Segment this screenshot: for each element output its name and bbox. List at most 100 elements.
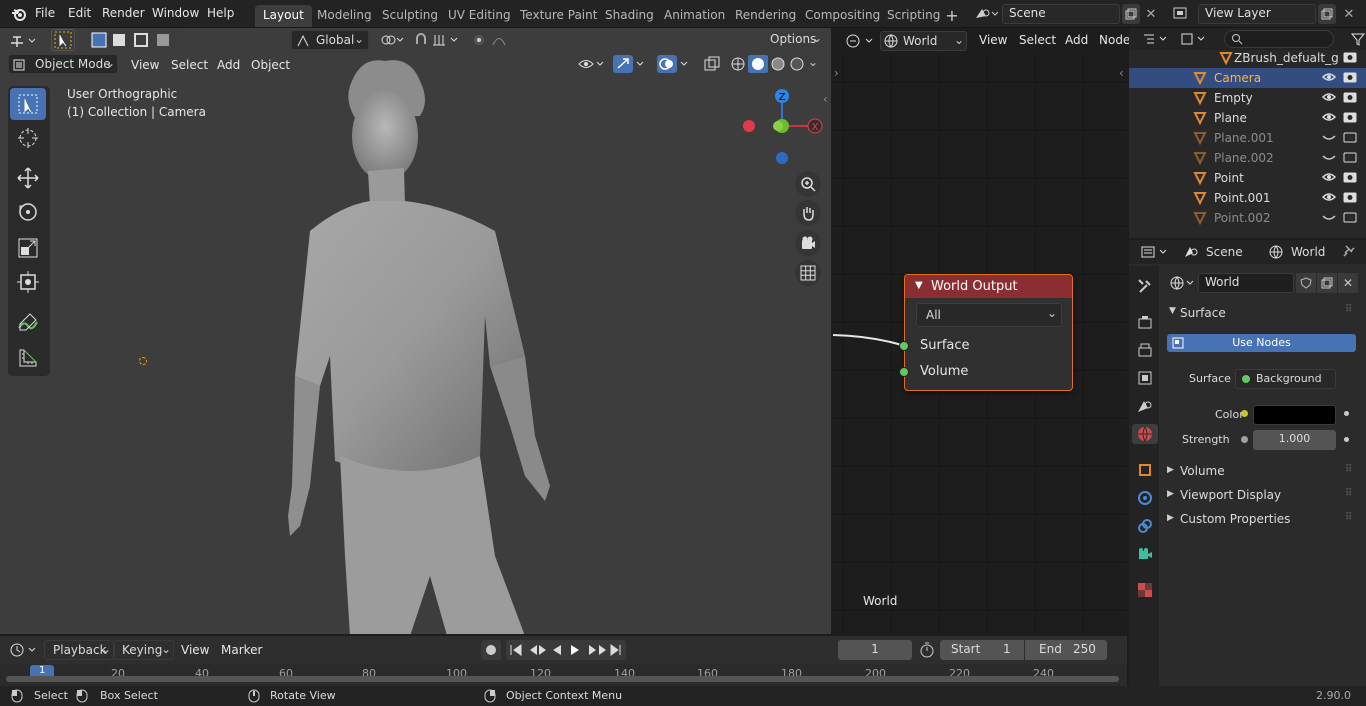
outliner-item-name[interactable]: Empty <box>1214 91 1253 105</box>
menu-window[interactable]: Window <box>152 6 199 20</box>
collapsed-panel[interactable]: ▶ Custom Properties ⠿ <box>1167 512 1357 532</box>
eye-icon[interactable] <box>1321 110 1337 124</box>
zoom-icon[interactable] <box>795 171 821 197</box>
viewport-menu-view[interactable]: View <box>131 58 159 72</box>
render-camera-icon[interactable] <box>1343 150 1357 164</box>
panel-grip-icon[interactable]: ⠿ <box>1345 512 1352 523</box>
navigation-gizmo[interactable]: Z X <box>740 86 825 166</box>
pivot-point-icon[interactable] <box>378 30 406 50</box>
tab-animation[interactable]: Animation <box>656 5 733 27</box>
outliner-editor-type-icon[interactable] <box>1141 30 1171 48</box>
tab-rendering[interactable]: Rendering <box>727 5 804 27</box>
panel-grip-icon[interactable]: ⠿ <box>1345 488 1352 499</box>
world-datablock-icon[interactable] <box>1169 274 1197 292</box>
surface-panel-expand-icon[interactable]: ▼ <box>1169 306 1176 316</box>
physics-tab-icon[interactable] <box>1135 488 1155 508</box>
hidden-eye-icon[interactable] <box>1322 130 1336 144</box>
playback-menu[interactable]: Playback ⌄ <box>44 640 114 660</box>
transform-orientation-dropdown[interactable]: Global ⌄ <box>291 30 369 50</box>
tab-scripting[interactable]: Scripting <box>879 5 948 27</box>
texture-tab-icon[interactable] <box>1135 580 1155 600</box>
fake-user-shield-icon[interactable] <box>1296 273 1316 293</box>
tab-layout[interactable]: Layout <box>255 5 312 27</box>
shading-mode-icons[interactable] <box>726 54 808 74</box>
camera-data-tab-icon[interactable] <box>1135 544 1155 564</box>
menu-edit[interactable]: Edit <box>68 6 91 20</box>
xray-toggle-icon[interactable] <box>702 54 722 74</box>
new-view-layer-icon[interactable] <box>1318 4 1336 24</box>
view-layer-field[interactable]: View Layer <box>1198 4 1316 24</box>
outliner-item-name[interactable]: Point.001 <box>1214 191 1271 205</box>
proportional-editing-icon[interactable] <box>470 30 520 50</box>
node-toolbar-toggle-icon[interactable]: › <box>834 66 839 80</box>
collapse-triangle-icon[interactable]: ▼ <box>915 280 923 291</box>
display-mode-icon[interactable] <box>1179 30 1209 48</box>
constraints-tab-icon[interactable] <box>1135 516 1155 536</box>
tab-shading[interactable]: Shading <box>597 5 662 27</box>
object-tab-icon[interactable] <box>1135 460 1155 480</box>
tool-scale[interactable] <box>10 232 46 264</box>
end-frame-field[interactable]: End 250 <box>1025 640 1107 660</box>
sculpted-figure-model[interactable] <box>280 56 570 634</box>
playback-controls[interactable] <box>506 640 626 660</box>
tool-rotate[interactable] <box>10 196 46 228</box>
render-tab-icon[interactable] <box>1135 312 1155 332</box>
camera-view-icon[interactable] <box>795 230 821 256</box>
keying-menu[interactable]: Keying ⌄ <box>114 640 174 660</box>
select-tool-icon[interactable] <box>51 29 75 51</box>
render-camera-icon[interactable] <box>1343 90 1357 104</box>
scene-icon[interactable] <box>972 5 1000 23</box>
outliner-item-name[interactable]: Point.002 <box>1214 211 1271 225</box>
outliner-row[interactable]: ZBrush_defualt_g <box>1129 48 1366 68</box>
eye-icon[interactable] <box>1321 90 1337 104</box>
viewport-menu-add[interactable]: Add <box>217 58 240 72</box>
properties-editor[interactable]: Scene World World ✕ ▼ Surface ⠿ Use Node… <box>1129 240 1366 686</box>
add-workspace-icon[interactable]: + <box>943 6 961 25</box>
collapsed-panel[interactable]: ▶ Viewport Display ⠿ <box>1167 488 1357 508</box>
render-camera-icon[interactable] <box>1343 130 1357 144</box>
world-name-field[interactable]: World <box>1198 273 1294 293</box>
start-frame-field[interactable]: Start 1 <box>940 640 1024 660</box>
outliner-item-name[interactable]: Camera <box>1214 71 1261 85</box>
outliner-row[interactable]: Plane.002 <box>1129 148 1366 168</box>
shading-options-chevron-icon[interactable]: ⌄ <box>808 55 818 69</box>
empty-object-marker[interactable] <box>139 357 147 365</box>
outliner-row[interactable]: Point.002 <box>1129 208 1366 228</box>
tool-cursor[interactable] <box>10 122 46 154</box>
outliner-row[interactable]: Empty <box>1129 88 1366 108</box>
collapsed-panel[interactable]: ▶ Volume ⠿ <box>1167 464 1357 484</box>
render-camera-icon[interactable] <box>1343 190 1357 204</box>
viewport-menu-select[interactable]: Select <box>171 58 208 72</box>
outliner-item-name[interactable]: ZBrush_defualt_g <box>1234 51 1339 65</box>
blender-logo-icon[interactable] <box>10 5 28 23</box>
hidden-eye-icon[interactable] <box>1322 210 1336 224</box>
color-keyframe-icon[interactable] <box>1344 411 1349 416</box>
timeline-editor-type-icon[interactable] <box>8 640 42 660</box>
node-sidebar-toggle-icon[interactable]: ‹ <box>1119 66 1124 80</box>
panel-grip-icon[interactable]: ⠿ <box>1345 464 1352 475</box>
node-menu-add[interactable]: Add <box>1065 33 1088 47</box>
render-camera-icon[interactable] <box>1343 50 1357 64</box>
scene-field[interactable]: Scene <box>1002 4 1120 24</box>
tab-uv-editing[interactable]: UV Editing <box>440 5 519 27</box>
eye-icon[interactable] <box>1321 170 1337 184</box>
tool-annotate[interactable] <box>10 306 46 338</box>
outliner-item-name[interactable]: Plane <box>1214 111 1247 125</box>
output-tab-icon[interactable] <box>1135 340 1155 360</box>
gizmo-toggle-icon[interactable] <box>612 54 650 74</box>
view-layer-tab-icon[interactable] <box>1135 368 1155 388</box>
strength-field[interactable]: 1.000 <box>1253 430 1336 450</box>
shader-type-dropdown[interactable]: World ⌄ <box>880 31 967 51</box>
world-output-node[interactable]: ▼ World Output All ⌄ Surface Volume <box>899 274 1073 391</box>
render-camera-icon[interactable] <box>1343 70 1357 84</box>
editor-type-icon[interactable] <box>8 31 40 51</box>
timeline-scrollbar[interactable] <box>6 676 1119 682</box>
surface-input-socket[interactable] <box>899 341 909 351</box>
outliner-item-name[interactable]: Plane.002 <box>1214 151 1274 165</box>
unlink-world-icon[interactable]: ✕ <box>1338 273 1358 293</box>
pin-icon[interactable] <box>1342 244 1356 258</box>
menu-file[interactable]: File <box>35 6 55 20</box>
3d-viewport[interactable]: Global ⌄ Options ⌄ Object Mode ⌄ View Sel… <box>0 28 831 634</box>
outliner-row[interactable]: Camera <box>1129 68 1366 88</box>
hidden-eye-icon[interactable] <box>1322 150 1336 164</box>
